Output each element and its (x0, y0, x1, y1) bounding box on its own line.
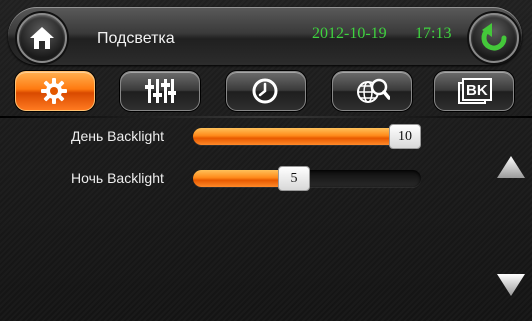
night-backlight-slider[interactable]: 5 (193, 166, 421, 191)
tab-settings[interactable] (15, 71, 95, 111)
screen: Подсветка 2012-10-19 17:13 BK День Backl… (0, 0, 532, 321)
date-display: 2012-10-19 (312, 25, 387, 42)
scroll-up-icon[interactable] (495, 154, 527, 180)
day-backlight-slider[interactable]: 10 (193, 124, 421, 149)
page-title: Подсветка (97, 30, 175, 47)
night-backlight-knob[interactable]: 5 (278, 166, 310, 191)
tab-equalizer[interactable] (120, 71, 200, 111)
time-display: 17:13 (415, 25, 452, 42)
equalizer-icon (145, 79, 176, 103)
home-button[interactable] (17, 13, 67, 63)
day-backlight-knob[interactable]: 10 (389, 124, 421, 149)
gear-icon (41, 78, 67, 104)
scroll-down-icon[interactable] (495, 272, 527, 298)
bk-label: BK (466, 82, 488, 99)
home-icon (30, 27, 54, 49)
tab-bk[interactable]: BK (434, 71, 514, 111)
tab-clock[interactable] (226, 71, 306, 111)
globe-search-icon (357, 78, 390, 103)
clock-icon (252, 78, 278, 104)
back-button[interactable] (469, 13, 519, 63)
back-arrow-icon (481, 23, 507, 51)
day-backlight-label: День Backlight (71, 128, 164, 144)
tab-globe-search[interactable] (332, 71, 412, 111)
night-backlight-label: Ночь Backlight (71, 170, 164, 186)
divider (0, 116, 532, 118)
day-backlight-fill (193, 128, 405, 145)
